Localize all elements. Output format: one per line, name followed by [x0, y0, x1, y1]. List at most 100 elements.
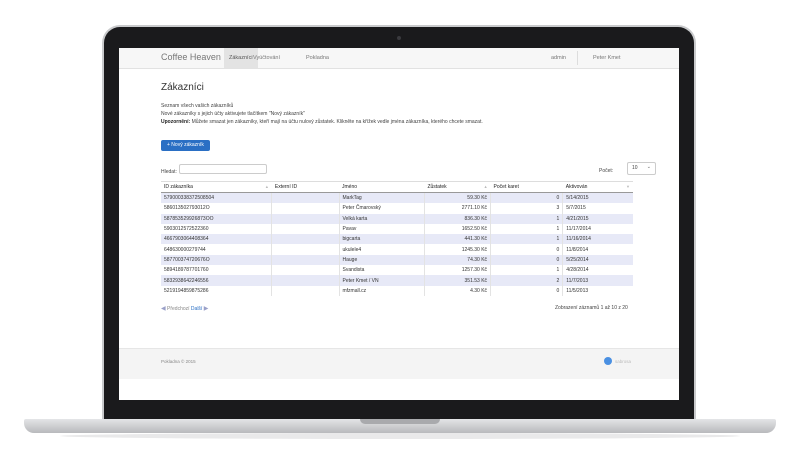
chevron-down-icon: ⌄	[646, 164, 651, 170]
column-header-card-count[interactable]: Počet karet	[490, 181, 563, 193]
nav-separator	[577, 51, 578, 65]
page-length-value: 10	[632, 165, 638, 171]
cell-name: Velká karta	[338, 213, 425, 224]
cell-activated: 4/28/2014	[562, 265, 633, 276]
cell-id: 648630000279744	[161, 244, 272, 255]
cell-id: 586013502793012O	[161, 203, 272, 214]
cell-balance: 836.30 Kč	[423, 213, 491, 224]
column-header-external-id[interactable]: Externí ID	[271, 181, 339, 193]
cell-name: Svandista	[338, 265, 425, 276]
table-row[interactable]: 5832938642246556 Peter Kmet / VN 351.53 Kč…	[161, 275, 633, 286]
cell-id: 5219194859875286	[161, 285, 272, 296]
nav-tab-billing[interactable]: Vyúčtování	[248, 48, 285, 68]
page-length-select[interactable]: 10 ⌄	[627, 162, 656, 175]
cell-card-count: 0	[490, 244, 563, 255]
pagination-info: Zobrazení záznamů 1 až 10 z 20	[555, 305, 628, 311]
search-label: Hledat:	[161, 169, 177, 175]
cell-card-count: 1	[490, 213, 563, 224]
cell-activated: 11/5/2013	[562, 285, 633, 296]
column-header-name[interactable]: Jméno	[339, 181, 425, 193]
cell-card-count: 0	[490, 285, 563, 296]
cell-balance: 74.30 Kč	[423, 254, 491, 266]
cell-id: 4667903064408364	[161, 234, 272, 245]
table-row[interactable]: 587853529926873OO Velká karta 836.30 Kč 1 4/…	[161, 213, 633, 224]
cell-external-id	[271, 265, 339, 276]
cell-card-count: 0	[490, 254, 563, 266]
page-title: Zákazníci	[161, 82, 204, 93]
cell-activated: 5/25/2014	[562, 254, 633, 266]
table-row[interactable]: 4667903064408364 bigcarta 441.30 Kč 1 11/16/…	[161, 234, 633, 245]
new-customer-button[interactable]: + Nový zákazník	[161, 140, 210, 151]
cell-name: Peter Čmarovský	[338, 203, 425, 214]
cell-external-id	[271, 234, 339, 245]
cell-balance: 441.30 Kč	[423, 234, 491, 245]
pagination-next[interactable]: Další	[191, 306, 202, 312]
cell-name: Pavav	[338, 223, 425, 235]
description-line-1: Seznam všech vašich zákazníků	[161, 103, 234, 109]
table-row[interactable]: 5903012572522360 Pavav 1652.50 Kč 1 11/17/20…	[161, 223, 633, 235]
arrow-left-icon[interactable]: ◀	[161, 305, 166, 312]
cell-balance: 1652.50 Kč	[423, 223, 491, 235]
table-row[interactable]: 5219194859875286 mfzmall.cz 4.30 Kč 0 11/5/2…	[161, 285, 633, 296]
cell-activated: 11/16/2014	[562, 234, 633, 245]
page-footer: Pokladna © 2015 sabrosa	[119, 348, 679, 379]
cell-card-count: 2	[490, 275, 563, 286]
cell-card-count: 1	[490, 234, 563, 245]
cell-id: 579000338372508504	[161, 192, 272, 204]
nav-user-login[interactable]: admin	[551, 48, 566, 68]
footer-brand[interactable]: sabrosa	[615, 359, 631, 364]
pagination-prev[interactable]: Předchozí	[167, 306, 190, 312]
cell-id: 587700374720676O	[161, 254, 272, 266]
cell-activated: 4/21/2015	[562, 213, 633, 224]
arrow-right-icon[interactable]: ▶	[204, 305, 209, 312]
top-navbar: Coffee Heaven Zákazníci Vyúčtování Pokla…	[119, 48, 679, 69]
table-body: 579000338372508504 MarkTag 59.30 Kč 0 5/14/2…	[161, 192, 633, 296]
table-row[interactable]: 579000338372508504 MarkTag 59.30 Kč 0 5/14/2…	[161, 192, 633, 204]
cell-external-id	[271, 285, 339, 296]
cell-activated: 11/17/2014	[562, 223, 633, 235]
cell-name: mfzmall.cz	[338, 285, 425, 296]
footer-logo-icon	[604, 357, 612, 365]
column-header-activated[interactable]: Aktivován ▼	[562, 181, 633, 193]
search-input[interactable]	[179, 164, 267, 174]
cell-activated: 11/7/2013	[562, 275, 633, 286]
nav-user-name[interactable]: Peter Kmet	[593, 48, 621, 68]
cell-balance: 1245.30 Kč	[423, 244, 491, 255]
nav-tab-cashdesk[interactable]: Pokladna	[301, 48, 334, 68]
cell-activated: 5/7/2015	[562, 203, 633, 214]
cell-external-id	[271, 192, 339, 204]
cell-card-count: 3	[490, 203, 563, 214]
column-header-id[interactable]: ID zákazníka ▲	[161, 181, 272, 193]
customers-table: ID zákazníka ▲ Externí ID Jméno Zůstatek ▲…	[161, 181, 633, 296]
cell-name: ukulele4	[338, 244, 425, 255]
table-header-row: ID zákazníka ▲ Externí ID Jméno Zůstatek ▲…	[161, 181, 633, 193]
cell-id: 5903012572522360	[161, 223, 272, 235]
cell-external-id	[271, 254, 339, 266]
cell-external-id	[271, 223, 339, 235]
table-row[interactable]: 648630000279744 ukulele4 1245.30 Kč 0 11/8/2…	[161, 244, 633, 255]
cell-external-id	[271, 203, 339, 214]
cell-balance: 1257.30 Kč	[423, 265, 491, 276]
laptop-notch	[360, 419, 440, 424]
laptop-screen: Coffee Heaven Zákazníci Vyúčtování Pokla…	[119, 48, 679, 400]
cell-id: 587853529926873OO	[161, 213, 272, 224]
cell-external-id	[271, 213, 339, 224]
table-row[interactable]: 586013502793012O Peter Čmarovský 2771.10 K…	[161, 203, 633, 214]
table-row[interactable]: 5894189787701760 Svandista 1257.30 Kč 1 4/28…	[161, 265, 633, 276]
cell-activated: 5/14/2015	[562, 192, 633, 204]
cell-balance: 2771.10 Kč	[423, 203, 491, 214]
warning-label: Upozornění:	[161, 119, 191, 125]
warning-line: Upozornění: Můžete smazat jen zákazníky,…	[161, 119, 483, 125]
cell-card-count: 1	[490, 223, 563, 235]
description-line-2: Nové zákazníky s jejich účty aktivujete …	[161, 111, 305, 117]
cell-name: Peter Kmet / VN	[338, 275, 425, 286]
brand-logo[interactable]: Coffee Heaven	[161, 52, 221, 62]
table-row[interactable]: 587700374720676O Hauge 74.30 Kč 0 5/25/2014	[161, 254, 633, 266]
warning-text: Můžete smazat jen zákazníky, kteří mají …	[191, 119, 483, 125]
cell-balance: 59.30 Kč	[423, 192, 491, 204]
cell-card-count: 0	[490, 192, 563, 204]
cell-id: 5894189787701760	[161, 265, 272, 276]
column-header-balance[interactable]: Zůstatek ▲	[424, 181, 491, 193]
camera-icon	[397, 36, 401, 40]
laptop-shadow	[60, 433, 740, 439]
